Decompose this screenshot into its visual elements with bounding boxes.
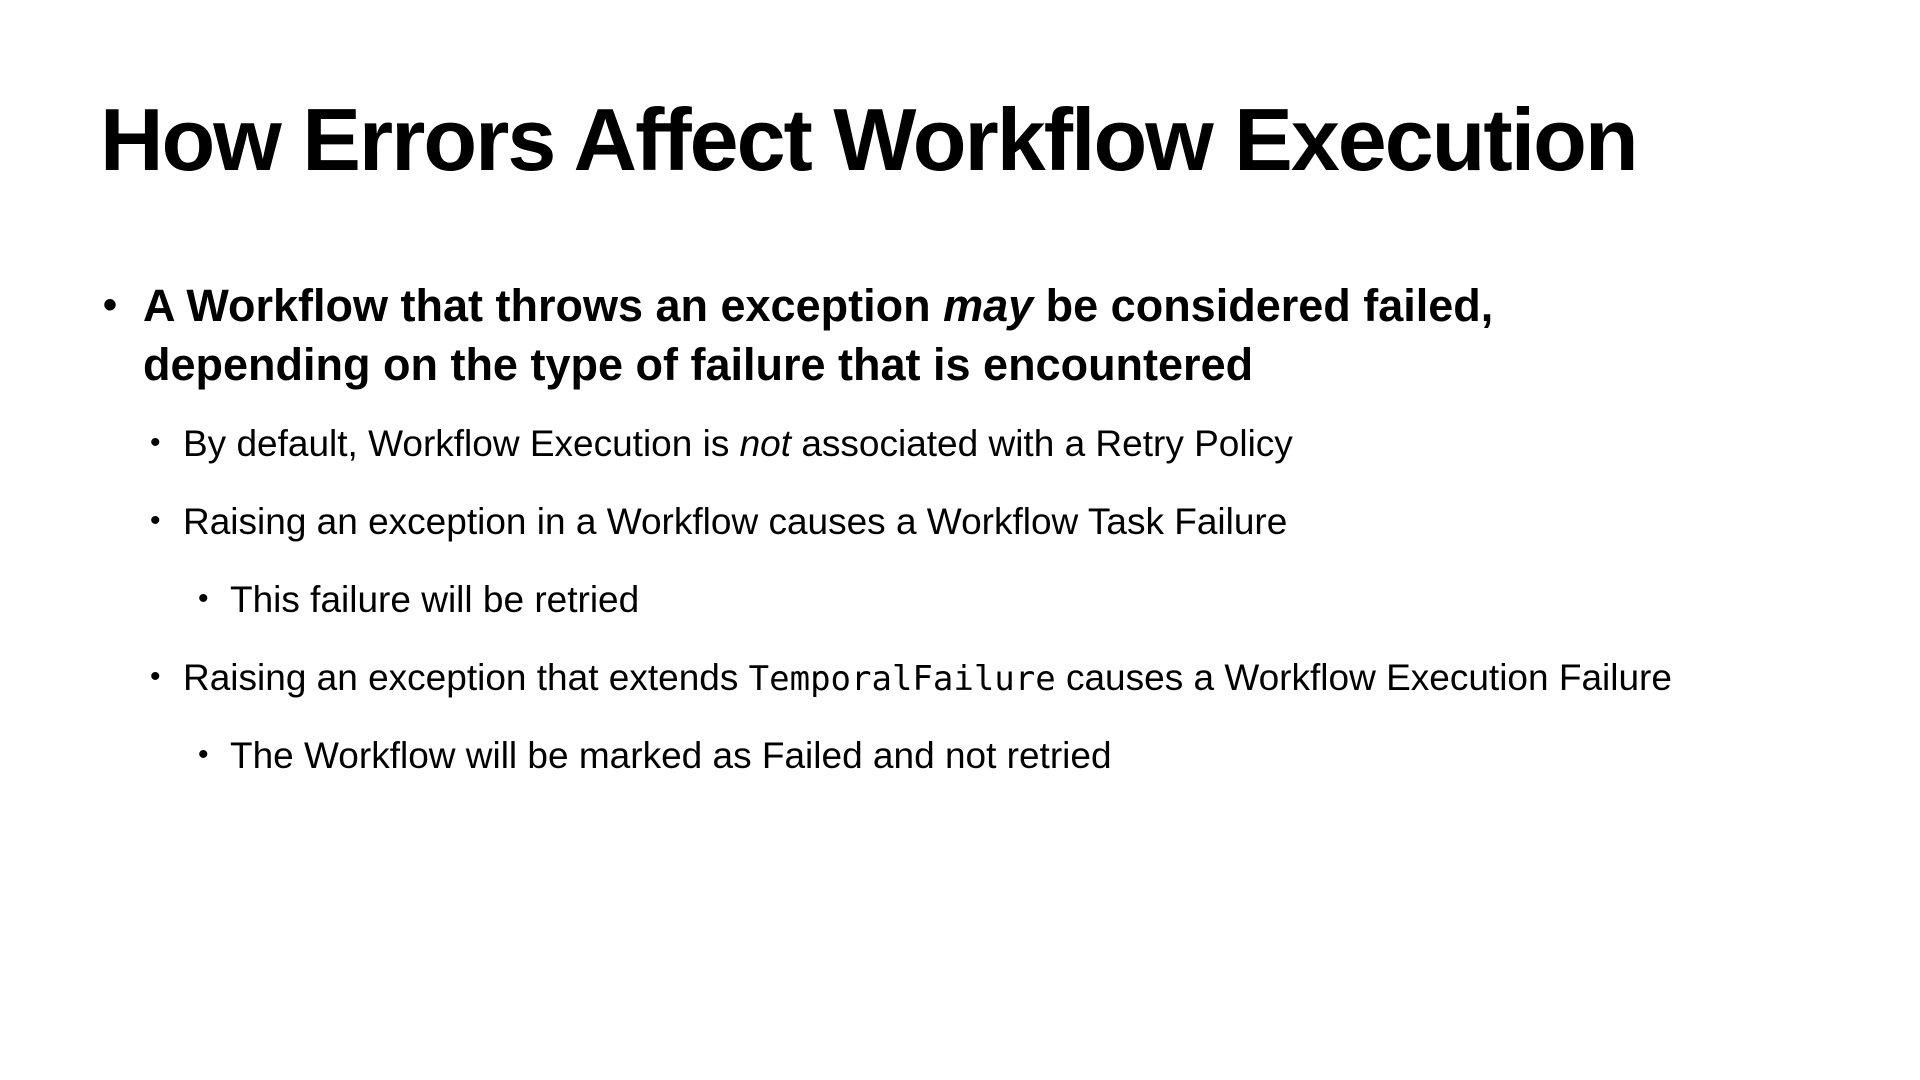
- bullet-dot: •: [198, 582, 209, 615]
- sub-bullet-text: Raising an exception that extends Tempor…: [183, 656, 1672, 701]
- bullet-dot: •: [198, 738, 209, 771]
- sub-bullet-text-part1: By default, Workflow Execution is: [183, 423, 740, 464]
- bullet-dot: •: [150, 660, 161, 693]
- slide: How Errors Affect Workflow Execution • A…: [0, 0, 1920, 1080]
- sub-bullet-text: Raising an exception in a Workflow cause…: [183, 501, 1288, 542]
- bullet-dot: •: [103, 283, 118, 327]
- sub-bullet-text: By default, Workflow Execution is not as…: [183, 422, 1293, 466]
- main-bullet-emphasis: may: [943, 280, 1034, 331]
- main-bullet-text-part1: A Workflow that throws an exception: [143, 280, 944, 331]
- main-bullet: • A Workflow that throws an exception ma…: [103, 276, 1663, 394]
- bullet-dot: •: [150, 426, 161, 459]
- detail-bullet-text: The Workflow will be marked as Failed an…: [230, 735, 1112, 776]
- slide-title: How Errors Affect Workflow Execution: [100, 90, 1639, 189]
- sub-bullet-task-failure: • Raising an exception in a Workflow cau…: [150, 500, 1287, 544]
- sub-bullet-emphasis: not: [739, 423, 792, 464]
- code-temporal-failure: TemporalFailure: [748, 659, 1056, 699]
- bullet-dot: •: [150, 504, 161, 537]
- sub-bullet-execution-failure: • Raising an exception that extends Temp…: [150, 656, 1672, 701]
- detail-bullet-text: This failure will be retried: [230, 579, 640, 620]
- sub-bullet-text-part1: Raising an exception that extends: [183, 657, 749, 698]
- sub-bullet-retry-policy: • By default, Workflow Execution is not …: [150, 422, 1293, 466]
- sub-bullet-text-part2: associated with a Retry Policy: [791, 423, 1293, 464]
- sub-bullet-text-part2: causes a Workflow Execution Failure: [1055, 657, 1672, 698]
- main-bullet-text: A Workflow that throws an exception may …: [143, 276, 1663, 394]
- detail-bullet-marked-failed: • The Workflow will be marked as Failed …: [198, 734, 1112, 778]
- detail-bullet-retried: • This failure will be retried: [198, 578, 639, 622]
